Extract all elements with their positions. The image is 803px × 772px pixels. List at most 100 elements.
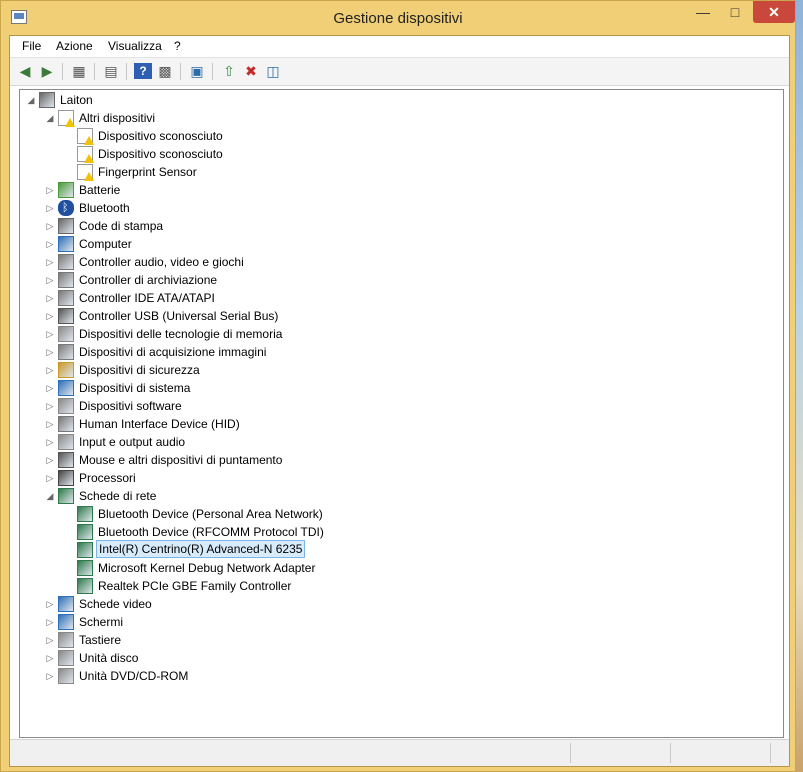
help-icon[interactable]: ? (134, 63, 152, 79)
tree-device[interactable]: Fingerprint Sensor (20, 163, 780, 181)
tree-root[interactable]: ◢ Laiton (20, 91, 780, 109)
unknown-device-icon (77, 128, 94, 145)
uninstall-icon[interactable]: ◫ (264, 63, 282, 79)
network-icon (77, 506, 93, 522)
view-icon[interactable]: ▩ (156, 63, 174, 79)
back-icon[interactable]: ◀ (16, 63, 34, 79)
tree-category[interactable]: ▷ Dispositivi software (20, 397, 780, 415)
tree-category[interactable]: ▷ Processori (20, 469, 780, 487)
expand-arrow-icon[interactable]: ▷ (45, 325, 55, 343)
tree-category[interactable]: ▷ Dispositivi delle tecnologie di memoria (20, 325, 780, 343)
tree-category[interactable]: ▷ Schede video (20, 595, 780, 613)
tree-category[interactable]: ▷ Unità DVD/CD-ROM (20, 667, 780, 685)
expand-arrow-icon[interactable]: ▷ (45, 379, 55, 397)
printer-icon (58, 218, 74, 234)
update-driver-icon[interactable]: ⇧ (220, 63, 238, 79)
expand-arrow-icon[interactable]: ▷ (45, 631, 55, 649)
tree-device[interactable]: Microsoft Kernel Debug Network Adapter (20, 559, 780, 577)
tree-device[interactable]: Dispositivo sconosciuto (20, 127, 780, 145)
expand-arrow-icon[interactable]: ▷ (45, 199, 55, 217)
tree-device[interactable]: Intel(R) Centrino(R) Advanced-N 6235 (20, 540, 780, 559)
expand-arrow-icon[interactable]: ▷ (45, 397, 55, 415)
expand-arrow-icon[interactable]: ▷ (45, 613, 55, 631)
title-bar[interactable]: Gestione dispositivi — □ ✕ (1, 1, 795, 35)
collapse-arrow-icon[interactable]: ◢ (45, 109, 55, 127)
tree-item-label: Bluetooth (79, 201, 130, 215)
collapse-arrow-icon[interactable]: ◢ (26, 91, 36, 109)
show-hide-tree-icon[interactable]: ▦ (70, 63, 88, 79)
status-divider (770, 743, 771, 763)
expand-arrow-icon[interactable]: ▷ (45, 253, 55, 271)
tree-device[interactable]: Bluetooth Device (RFCOMM Protocol TDI) (20, 523, 780, 541)
expand-arrow-icon[interactable]: ▷ (45, 217, 55, 235)
expand-arrow-icon[interactable]: ▷ (45, 289, 55, 307)
tree-category[interactable]: ▷ ᛒ Bluetooth (20, 199, 780, 217)
expand-arrow-icon[interactable]: ▷ (45, 307, 55, 325)
menu-azione[interactable]: Azione (56, 39, 93, 53)
unknown-device-icon (58, 110, 75, 127)
menu-file[interactable]: File (22, 39, 41, 53)
tree-category[interactable]: ◢ Schede di rete (20, 487, 780, 505)
tree-category[interactable]: ▷ Dispositivi di acquisizione immagini (20, 343, 780, 361)
tree-device[interactable]: Realtek PCIe GBE Family Controller (20, 577, 780, 595)
tree-category[interactable]: ▷ Human Interface Device (HID) (20, 415, 780, 433)
storage-controller-icon (58, 272, 74, 288)
maximize-button[interactable]: □ (721, 1, 749, 23)
collapse-arrow-icon[interactable]: ◢ (45, 487, 55, 505)
tree-item-label: Unità disco (79, 651, 139, 665)
tree-category[interactable]: ▷ Code di stampa (20, 217, 780, 235)
tree-category[interactable]: ▷ Dispositivi di sicurezza (20, 361, 780, 379)
expand-arrow-icon[interactable]: ▷ (45, 415, 55, 433)
device-tree[interactable]: ◢ Laiton ◢ Altri dispositivi Dispositivo sco… (19, 89, 784, 738)
properties-icon[interactable]: ▤ (102, 63, 120, 79)
tree-category[interactable]: ▷ Schermi (20, 613, 780, 631)
disk-icon (58, 650, 74, 666)
tree-item-label: Code di stampa (79, 219, 164, 233)
tree-category[interactable]: ▷ Tastiere (20, 631, 780, 649)
toolbar-separator (180, 63, 181, 80)
forward-icon[interactable]: ▶ (38, 63, 56, 79)
menu-visualizza[interactable]: Visualizza (108, 39, 162, 53)
disable-device-icon[interactable]: ✖ (242, 63, 260, 79)
tree-category[interactable]: ▷ Computer (20, 235, 780, 253)
tree-category[interactable]: ◢ Altri dispositivi (20, 109, 780, 127)
minimize-button[interactable]: — (689, 1, 717, 23)
toolbar-separator (62, 63, 63, 80)
tree-device[interactable]: Dispositivo sconosciuto (20, 145, 780, 163)
expand-arrow-icon[interactable]: ▷ (45, 595, 55, 613)
tree-category[interactable]: ▷ Controller USB (Universal Serial Bus) (20, 307, 780, 325)
expand-arrow-icon[interactable]: ▷ (45, 667, 55, 685)
key-icon (58, 362, 74, 378)
tree-category[interactable]: ▷ Controller di archiviazione (20, 271, 780, 289)
tree-item-label: Intel(R) Centrino(R) Advanced-N 6235 (96, 540, 306, 558)
tree-category[interactable]: ▷ Unità disco (20, 649, 780, 667)
expand-arrow-icon[interactable]: ▷ (45, 235, 55, 253)
computer-root-icon (39, 92, 55, 108)
expand-arrow-icon[interactable]: ▷ (45, 271, 55, 289)
expand-arrow-icon[interactable]: ▷ (45, 649, 55, 667)
bluetooth-icon: ᛒ (58, 200, 74, 216)
tree-category[interactable]: ▷ Controller IDE ATA/ATAPI (20, 289, 780, 307)
expand-arrow-icon[interactable]: ▷ (45, 343, 55, 361)
tree-category[interactable]: ▷ Controller audio, video e giochi (20, 253, 780, 271)
status-divider (670, 743, 671, 763)
expand-arrow-icon[interactable]: ▷ (45, 433, 55, 451)
tree-category[interactable]: ▷ Input e output audio (20, 433, 780, 451)
status-bar (10, 739, 789, 766)
tree-category[interactable]: ▷ Mouse e altri dispositivi di puntamento (20, 451, 780, 469)
expand-arrow-icon[interactable]: ▷ (45, 451, 55, 469)
expand-arrow-icon[interactable]: ▷ (45, 181, 55, 199)
tree-device[interactable]: Bluetooth Device (Personal Area Network) (20, 505, 780, 523)
expand-arrow-icon[interactable]: ▷ (45, 469, 55, 487)
dvd-icon (58, 668, 74, 684)
tree-item-label: Dispositivi di sicurezza (79, 363, 200, 377)
tree-category[interactable]: ▷ Batterie (20, 181, 780, 199)
tree-item-label: Dispositivi delle tecnologie di memoria (79, 327, 283, 341)
menu-help[interactable]: ? (174, 39, 181, 53)
close-button[interactable]: ✕ (753, 1, 795, 23)
scan-hardware-icon[interactable]: ▣ (188, 63, 206, 79)
tree-category[interactable]: ▷ Dispositivi di sistema (20, 379, 780, 397)
expand-arrow-icon[interactable]: ▷ (45, 361, 55, 379)
keyboard-icon (58, 632, 74, 648)
network-icon (77, 578, 93, 594)
